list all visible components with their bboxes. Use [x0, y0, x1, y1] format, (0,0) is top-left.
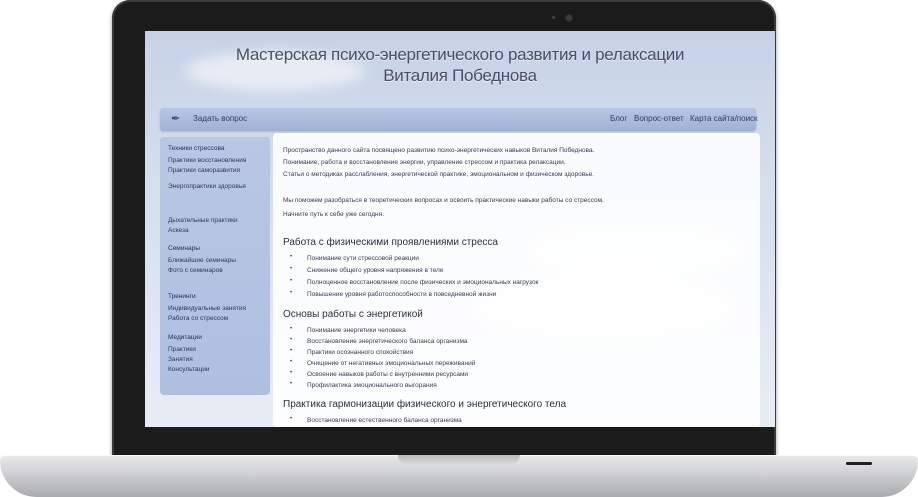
ask-question-link[interactable]: Задать вопрос: [193, 114, 247, 123]
intro-line: Пространство данного сайта посвящено раз…: [283, 147, 595, 154]
list-item: Очищение от негативных эмоциональных пер…: [307, 360, 476, 367]
navbar: ✒ Задать вопрос Блог Вопрос-ответ Карта …: [160, 108, 758, 131]
list-item: Освоение навыков работы с внутренними ре…: [307, 371, 469, 378]
sidebar-link[interactable]: Консультации: [168, 366, 210, 373]
sidebar-link[interactable]: Практики: [168, 346, 196, 353]
main-content: Пространство данного сайта посвящено раз…: [273, 133, 760, 427]
sidebar-section-title: Семинары: [168, 245, 200, 252]
nav-blog-link[interactable]: Блог: [610, 114, 627, 123]
list-item: Практики осознанного спокойствия: [307, 349, 414, 356]
sidebar-link[interactable]: Энергопрактики здоровья: [168, 183, 246, 190]
sidebar-section-title: Тренинги: [168, 293, 196, 300]
section-heading: Практика гармонизации физического и энер…: [283, 399, 567, 410]
sensor-dot: [552, 16, 555, 19]
list-item: Профилактика эмоционального выгорания: [307, 382, 437, 389]
site-title-line1: Мастерская психо-энергетического развити…: [235, 45, 685, 64]
sidebar-link[interactable]: Аскеза: [168, 227, 189, 234]
nav-sitemap-link[interactable]: Карта сайта/поиск: [690, 114, 758, 123]
list-item: Снижение общего уровня напряжения в теле: [307, 267, 444, 274]
list-item: Понимание сути стрессовой реакции: [307, 255, 419, 262]
note-line: Мы поможем разобраться в теоретических в…: [283, 197, 604, 204]
intro-line: Понимание, работа и восстановление энерг…: [283, 159, 566, 166]
list-item: Понимание энергетики человека: [307, 327, 406, 334]
list-item: Повышение уровня работоспособности в пов…: [307, 291, 497, 298]
sidebar-link[interactable]: Практики саморазвития: [168, 167, 240, 174]
site-title-line2: Виталия Победнова: [383, 66, 537, 85]
sidebar-link[interactable]: Занятия: [168, 356, 193, 363]
section-heading: Основы работы с энергетикой: [283, 309, 423, 320]
list-item: Полноценное восстановление после физичес…: [307, 279, 539, 286]
laptop-indicator: [846, 462, 872, 465]
sidebar-link[interactable]: Работа со стрессом: [168, 315, 228, 322]
section-heading: Работа с физическими проявлениями стресс…: [283, 237, 498, 248]
sidebar-link[interactable]: Фото с семинаров: [168, 267, 223, 274]
pencil-icon[interactable]: ✒: [171, 112, 180, 125]
webcam-icon: [566, 15, 572, 21]
screen: Мастерская психо-энергетического развити…: [145, 31, 775, 427]
sidebar-link[interactable]: Индивидуальные занятия: [168, 305, 246, 312]
sidebar-section-title: Медитации: [168, 334, 202, 341]
sidebar-link[interactable]: Дыхательные практики: [168, 217, 238, 224]
laptop-notch: [398, 455, 520, 464]
note-line: Начните путь к себе уже сегодня.: [283, 211, 384, 218]
sidebar-link[interactable]: Ближайшие семинары: [168, 257, 236, 264]
nav-faq-link[interactable]: Вопрос-ответ: [634, 114, 684, 123]
list-item: Восстановление энергетического баланса о…: [307, 338, 468, 345]
list-item: Восстановление естественного баланса орг…: [307, 417, 462, 424]
sidebar-link[interactable]: Практики восстановления: [168, 157, 246, 164]
sidebar-section-title: Техники стрессова: [168, 145, 225, 152]
sidebar: Техники стрессова Практики восстановлени…: [160, 137, 270, 395]
intro-line: Статьи о методиках расслабления, энергет…: [283, 171, 595, 178]
